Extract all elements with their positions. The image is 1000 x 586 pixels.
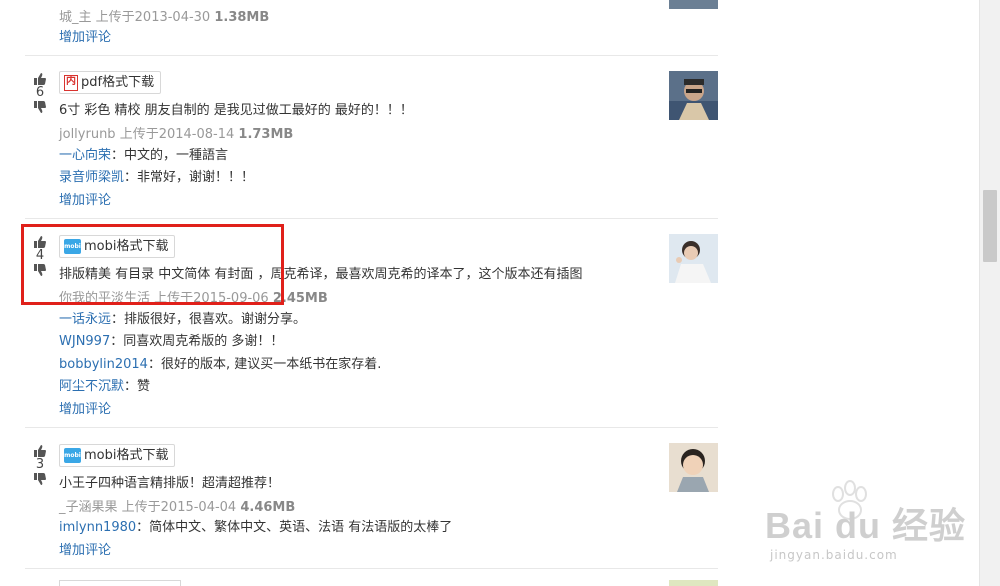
upload-info: _子涵果果 上传于2015-04-04 4.46MB xyxy=(59,499,295,517)
comment-text: ：同喜欢周克希版的 多谢！！ xyxy=(110,334,284,349)
comment: imlynn1980：简体中文、繁体中文、英语、法语 有法语版的太棒了 xyxy=(59,519,452,537)
add-comment-link[interactable]: 增加评论 xyxy=(59,542,111,560)
thumbs-up-icon[interactable] xyxy=(33,72,47,85)
highlight-box xyxy=(21,224,284,305)
vote-box: 3 xyxy=(31,444,49,486)
comment-user[interactable]: 阿尘不沉默 xyxy=(59,379,124,394)
scrollbar[interactable] xyxy=(979,0,1000,586)
avatar[interactable] xyxy=(669,580,718,586)
upload-date: 上传于2015-04-04 xyxy=(121,500,237,515)
pdf-icon: 内 xyxy=(64,74,78,91)
add-comment-link[interactable]: 增加评论 xyxy=(59,192,111,210)
comment-user[interactable]: WJN997 xyxy=(59,334,110,349)
resource-list: 城_主 上传于2013-04-30 1.38MB 增加评论 6 内 pdf格式下… xyxy=(0,0,980,586)
vote-count: 6 xyxy=(35,85,45,100)
upload-info: jollyrunb 上传于2014-08-14 1.73MB xyxy=(59,126,293,144)
add-comment-link[interactable]: 增加评论 xyxy=(59,29,111,47)
thumbs-down-icon[interactable] xyxy=(33,101,47,114)
description: 小王子四种语言精排版！超清超推荐！ xyxy=(59,476,281,491)
download-label: mobi格式下载 xyxy=(84,448,169,463)
comment-text: ：赞 xyxy=(124,379,151,394)
comment-text: ：简体中文、繁体中文、英语、法语 有法语版的太棒了 xyxy=(136,520,453,535)
comment-user[interactable]: 录音师梁凯 xyxy=(59,170,124,185)
file-size: 1.38MB xyxy=(214,10,270,25)
comment-user[interactable]: 一心向荣 xyxy=(59,148,111,163)
comment: WJN997：同喜欢周克希版的 多谢！！ xyxy=(59,333,283,351)
avatar[interactable] xyxy=(669,234,718,283)
upload-info: 城_主 上传于2013-04-30 1.38MB xyxy=(59,9,269,27)
thumbs-up-icon[interactable] xyxy=(33,444,47,457)
avatar[interactable] xyxy=(669,0,718,9)
comment-user[interactable]: imlynn1980 xyxy=(59,520,136,535)
watermark-url: jingyan.baidu.com xyxy=(770,548,898,562)
vote-count: 3 xyxy=(35,457,45,472)
file-size: 4.46MB xyxy=(240,500,296,515)
comment-user[interactable]: bobbylin2014 xyxy=(59,357,148,372)
download-label: pdf格式下载 xyxy=(81,75,155,90)
add-comment-link[interactable]: 增加评论 xyxy=(59,401,111,419)
comment-user[interactable]: 一话永远 xyxy=(59,312,111,327)
description: 6寸 彩色 精校 朋友自制的 是我见过做工最好的 最好的！！！ xyxy=(59,103,413,118)
comment: bobbylin2014：很好的版本, 建议买一本纸书在家存着. xyxy=(59,356,381,374)
comment-text: ：非常好，谢谢！！！ xyxy=(124,170,255,185)
comment: 录音师梁凯：非常好，谢谢！！！ xyxy=(59,169,254,187)
mobi-download-button[interactable]: mobi mobi格式下载 xyxy=(59,444,176,467)
comment-text: ：排版很好，很喜欢。谢谢分享。 xyxy=(111,312,307,327)
scrollbar-thumb[interactable] xyxy=(983,190,997,262)
thumbs-down-icon[interactable] xyxy=(33,473,47,486)
uploader-name[interactable]: 城_主 xyxy=(59,10,92,25)
uploader-name[interactable]: _子涵果果 xyxy=(59,500,118,515)
avatar[interactable] xyxy=(669,443,718,492)
divider xyxy=(25,568,718,569)
comment-text: ：中文的，一種語言 xyxy=(111,148,229,163)
uploader-name[interactable]: jollyrunb xyxy=(59,127,116,142)
upload-date: 上传于2014-08-14 xyxy=(119,127,235,142)
divider xyxy=(25,55,718,56)
pdf-download-button[interactable]: 内 pdf格式下载 xyxy=(59,71,162,94)
vote-box: 6 xyxy=(31,72,49,114)
divider xyxy=(25,427,718,428)
comment-text: ：很好的版本, 建议买一本纸书在家存着. xyxy=(147,357,382,372)
avatar[interactable] xyxy=(669,71,718,120)
comment: 阿尘不沉默：赞 xyxy=(59,378,150,396)
file-size: 1.73MB xyxy=(238,127,294,142)
comment: 一话永远：排版很好，很喜欢。谢谢分享。 xyxy=(59,311,306,329)
upload-date: 上传于2013-04-30 xyxy=(95,10,211,25)
divider xyxy=(25,218,718,219)
watermark-brand: Bai du 经验 xyxy=(765,505,967,546)
comment: 一心向荣：中文的，一種語言 xyxy=(59,147,228,165)
mobi-icon: mobi xyxy=(64,448,81,463)
mobi-download-button[interactable] xyxy=(59,580,181,586)
